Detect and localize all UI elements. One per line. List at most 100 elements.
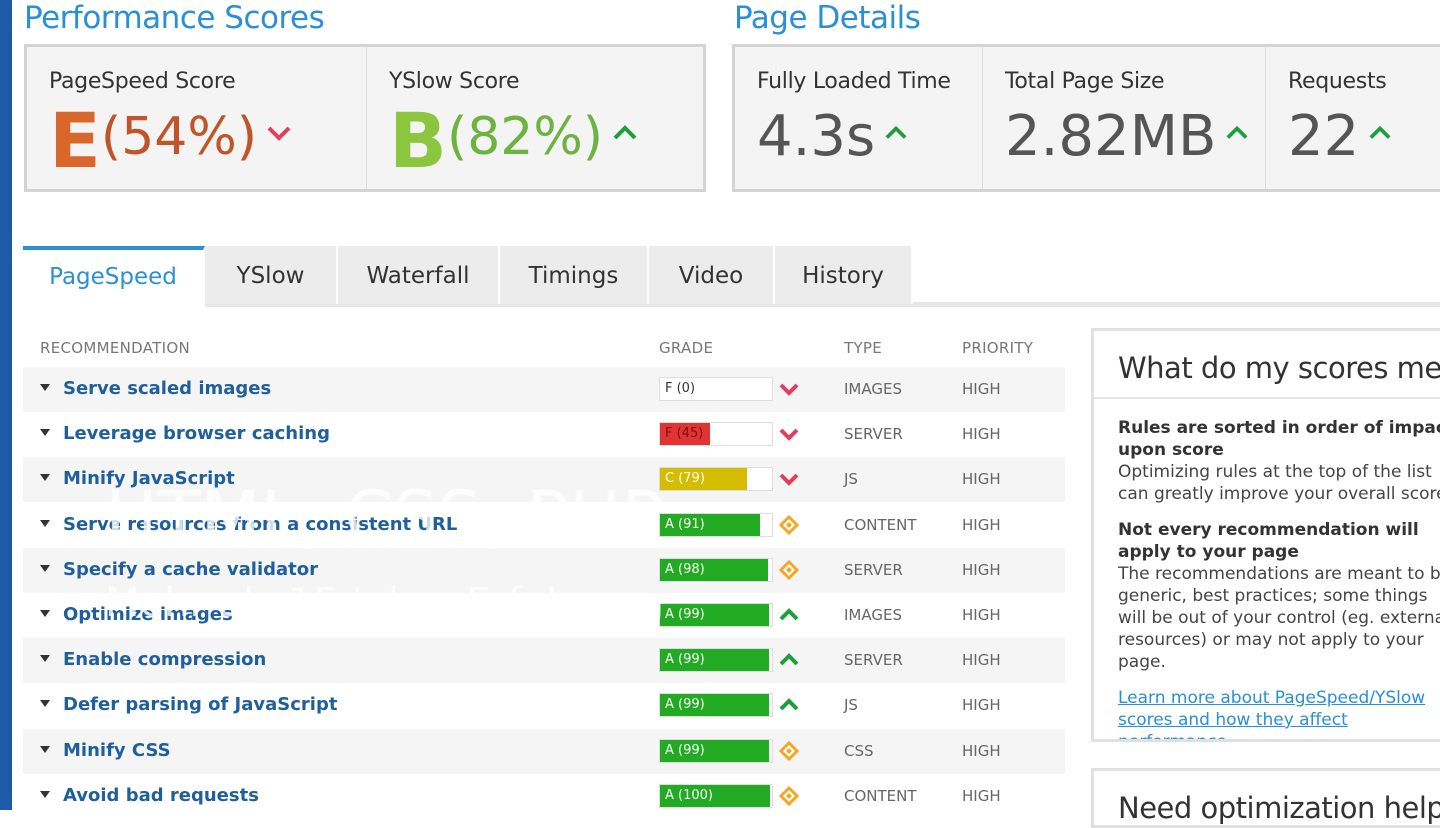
report-tabs: PageSpeed YSlow Waterfall Timings Video … bbox=[23, 246, 1440, 308]
grade-label: C (79) bbox=[665, 471, 705, 487]
caret-down-icon[interactable] bbox=[40, 564, 50, 572]
recommendation-name[interactable]: Defer parsing of JavaScript bbox=[63, 694, 337, 715]
diamond-icon bbox=[778, 740, 800, 761]
optimization-help-title: Need optimization help? bbox=[1118, 791, 1440, 825]
chevron-down-icon bbox=[779, 424, 799, 444]
grade-bar: A (98) bbox=[659, 557, 773, 582]
caret-down-icon[interactable] bbox=[40, 610, 50, 617]
table-row[interactable]: Serve scaled images F (0) IMAGES HIGH bbox=[23, 367, 1065, 412]
table-row[interactable]: Minify CSS A (99) CSS HIGH bbox=[23, 728, 1065, 774]
chevron-down-icon bbox=[779, 379, 799, 399]
recommendation-name[interactable]: Leverage browser caching bbox=[63, 423, 330, 444]
yslow-score-card: YSlow Score B(82%) bbox=[367, 47, 703, 189]
diamond-icon bbox=[778, 785, 800, 806]
header-recommendation[interactable]: RECOMMENDATION bbox=[40, 339, 190, 357]
table-row[interactable]: Serve resources from a consistent URL A (… bbox=[23, 503, 1065, 548]
caret-down-icon[interactable] bbox=[40, 700, 50, 708]
chevron-down-icon bbox=[779, 469, 799, 489]
recommendation-name[interactable]: Avoid bad requests bbox=[63, 785, 259, 806]
page-size-card: Total Page Size 2.82MB bbox=[983, 47, 1266, 189]
pagespeed-score-value: E(54%) bbox=[49, 103, 291, 179]
type-cell: IMAGES bbox=[844, 380, 902, 398]
tab-yslow[interactable]: YSlow bbox=[205, 246, 338, 304]
caret-down-icon[interactable] bbox=[40, 790, 50, 798]
requests-card: Requests 22 bbox=[1266, 47, 1440, 189]
grade-bar: F (45) bbox=[659, 422, 773, 447]
pagespeed-score-label: PageSpeed Score bbox=[49, 69, 236, 94]
help-heading-apply: Not every recommendation will apply to y… bbox=[1118, 520, 1419, 562]
pagespeed-score-card: PageSpeed Score E(54%) bbox=[27, 47, 367, 189]
table-row[interactable]: Enable compression A (99) SERVER HIGH bbox=[23, 638, 1065, 684]
grade-bar: A (100) bbox=[659, 783, 773, 808]
recommendation-name[interactable]: Serve resources from a consistent URL bbox=[63, 514, 457, 535]
caret-down-icon[interactable] bbox=[40, 474, 50, 482]
diamond-icon bbox=[778, 514, 800, 535]
recommendation-name[interactable]: Specify a cache validator bbox=[63, 559, 318, 580]
pagespeed-grade-letter: E bbox=[49, 96, 101, 185]
page-details-panel: Fully Loaded Time 4.3s Total Page Size 2… bbox=[732, 44, 1440, 192]
grade-label: A (99) bbox=[665, 742, 705, 758]
fully-loaded-value-wrap: 4.3s bbox=[757, 103, 907, 165]
caret-down-icon[interactable] bbox=[40, 519, 50, 527]
fully-loaded-card: Fully Loaded Time 4.3s bbox=[735, 47, 983, 189]
page-size-label: Total Page Size bbox=[1005, 69, 1165, 94]
recommendation-name[interactable]: Minify CSS bbox=[63, 740, 171, 761]
type-cell: CONTENT bbox=[844, 786, 917, 805]
caret-down-icon[interactable] bbox=[40, 384, 50, 391]
chevron-up-icon bbox=[613, 125, 637, 145]
yslow-percent: (82%) bbox=[446, 107, 604, 167]
chevron-up-icon bbox=[779, 695, 799, 715]
chevron-up-icon bbox=[1369, 125, 1391, 145]
tab-timings[interactable]: Timings bbox=[500, 246, 649, 304]
yslow-grade-letter: B bbox=[389, 96, 447, 185]
caret-down-icon[interactable] bbox=[40, 745, 50, 753]
help-heading-impact: Rules are sorted in order of impact upon… bbox=[1118, 418, 1440, 460]
table-row[interactable]: Specify a cache validator A (98) SERVER HIG… bbox=[23, 547, 1065, 593]
chevron-up-icon bbox=[885, 125, 907, 145]
recommendation-name[interactable]: Optimize images bbox=[63, 604, 233, 625]
grade-label: A (99) bbox=[665, 607, 705, 622]
chevron-down-icon bbox=[267, 125, 291, 145]
optimization-help-panel: Need optimization help? bbox=[1091, 768, 1440, 828]
grade-bar: A (99) bbox=[659, 603, 773, 627]
fully-loaded-label: Fully Loaded Time bbox=[757, 69, 951, 94]
grade-label: A (99) bbox=[665, 652, 705, 668]
table-row[interactable]: Avoid bad requests A (100) CONTENT HIGH bbox=[23, 774, 1065, 819]
priority-cell: HIGH bbox=[962, 786, 1001, 805]
recommendation-name[interactable]: Minify JavaScript bbox=[63, 468, 235, 489]
priority-cell: HIGH bbox=[962, 425, 1001, 444]
table-row[interactable]: Minify JavaScript C (79) JS HIGH bbox=[23, 457, 1065, 503]
requests-value: 22 bbox=[1288, 104, 1360, 169]
tab-waterfall[interactable]: Waterfall bbox=[338, 246, 500, 304]
tab-pagespeed[interactable]: PageSpeed bbox=[23, 246, 205, 308]
recommendation-name[interactable]: Enable compression bbox=[63, 649, 266, 670]
type-cell: JS bbox=[844, 470, 858, 489]
caret-down-icon[interactable] bbox=[40, 429, 50, 437]
yslow-score-value: B(82%) bbox=[389, 103, 637, 179]
table-row[interactable]: Defer parsing of JavaScript A (99) JS HIGH bbox=[23, 683, 1065, 728]
tab-video[interactable]: Video bbox=[649, 246, 775, 304]
grade-label: F (0) bbox=[665, 381, 696, 396]
grade-label: A (91) bbox=[665, 516, 705, 532]
header-type[interactable]: TYPE bbox=[844, 339, 882, 357]
table-row[interactable]: Optimize images A (99) IMAGES HIGH bbox=[23, 593, 1065, 638]
priority-cell: HIGH bbox=[962, 741, 1001, 760]
grade-label: A (99) bbox=[665, 697, 705, 713]
recommendation-name[interactable]: Serve scaled images bbox=[63, 378, 271, 399]
type-cell: JS bbox=[844, 696, 858, 715]
grade-bar: C (79) bbox=[659, 467, 773, 492]
header-grade[interactable]: GRADE bbox=[659, 339, 713, 357]
left-accent-stripe bbox=[0, 0, 12, 810]
type-cell: CONTENT bbox=[844, 515, 917, 534]
grade-bar: A (99) bbox=[659, 693, 773, 718]
table-row[interactable]: Leverage browser caching F (45) SERVER HIGH bbox=[23, 412, 1065, 457]
caret-down-icon[interactable] bbox=[40, 655, 50, 663]
grade-label: A (98) bbox=[665, 561, 705, 577]
header-priority[interactable]: PRIORITY bbox=[962, 339, 1033, 357]
chevron-up-icon bbox=[779, 605, 799, 625]
tab-history[interactable]: History bbox=[775, 246, 913, 304]
type-cell: SERVER bbox=[844, 560, 903, 579]
requests-label: Requests bbox=[1288, 69, 1387, 94]
grade-bar: F (0) bbox=[659, 377, 773, 401]
learn-more-link[interactable]: Learn more about PageSpeed/YSlow scores … bbox=[1118, 687, 1440, 739]
